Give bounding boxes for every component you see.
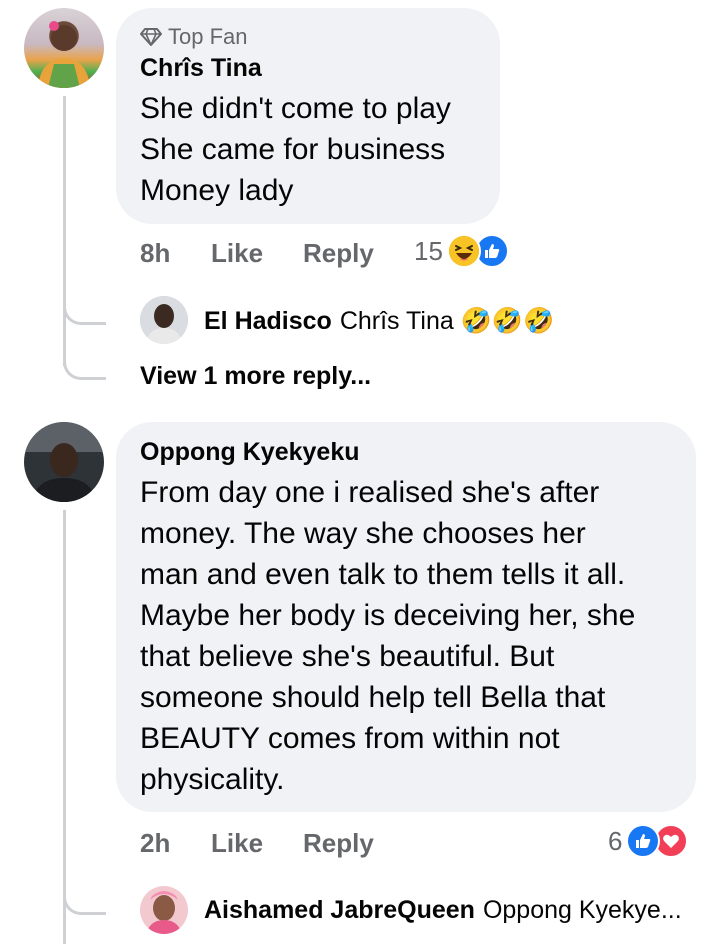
- comment-timestamp[interactable]: 2h: [140, 828, 170, 859]
- comment-line: She didn't come to play: [140, 92, 451, 125]
- like-button[interactable]: Like: [211, 238, 263, 269]
- comment-line: Money lady: [140, 174, 294, 207]
- comment-timestamp[interactable]: 8h: [140, 238, 170, 269]
- thread-line: [63, 96, 66, 366]
- reply-button[interactable]: Reply: [303, 238, 374, 269]
- reply-author[interactable]: Aishamed JabreQueen: [204, 896, 475, 925]
- badge-label: Top Fan: [168, 24, 248, 49]
- reply-preview[interactable]: El Hadisco Chrîs Tina 🤣🤣🤣: [204, 307, 554, 336]
- reply-text: Oppong Kyekye...: [482, 896, 682, 924]
- like-icon: [626, 824, 661, 858]
- reply-author[interactable]: El Hadisco: [204, 307, 332, 336]
- reaction-count: 6: [608, 825, 623, 856]
- reply-avatar[interactable]: [140, 886, 188, 934]
- comment-line: man and even talk to them tells it all.: [140, 558, 626, 591]
- diamond-icon: [140, 28, 162, 46]
- thread-branch: [63, 880, 106, 915]
- reply-button[interactable]: Reply: [303, 828, 374, 859]
- reply-avatar[interactable]: [140, 296, 188, 344]
- comment-line: From day one i realised she's after: [140, 476, 600, 509]
- avatar[interactable]: [24, 8, 104, 88]
- comment-author[interactable]: Chrîs Tina: [140, 54, 262, 83]
- thread-line: [63, 510, 66, 944]
- view-more-replies-link[interactable]: View 1 more reply...: [140, 362, 371, 391]
- reply-text: Chrîs Tina 🤣🤣🤣: [339, 307, 555, 335]
- reply-preview[interactable]: Aishamed JabreQueen Oppong Kyekye...: [204, 896, 682, 925]
- comment-line: physicality.: [140, 763, 285, 796]
- haha-icon: [446, 234, 481, 268]
- comment-line: someone should help tell Bella that: [140, 681, 606, 714]
- top-fan-badge: Top Fan: [140, 24, 248, 50]
- reactions-summary[interactable]: 15: [414, 234, 509, 268]
- comment-line: that believe she's beautiful. But: [140, 640, 555, 673]
- thread-branch: [63, 345, 106, 380]
- comment-text: From day one i realised she's after mone…: [140, 472, 685, 800]
- thread-branch: [63, 290, 106, 325]
- comment-line: money. The way she chooses her: [140, 517, 586, 550]
- reactions-summary[interactable]: 6: [608, 824, 689, 858]
- comment-line: She came for business: [140, 133, 446, 166]
- reaction-count: 15: [414, 235, 443, 266]
- comment-line: Maybe her body is deceiving her, she: [140, 599, 636, 632]
- like-button[interactable]: Like: [211, 828, 263, 859]
- avatar[interactable]: [24, 422, 104, 502]
- comment-line: BEAUTY comes from within not: [140, 722, 560, 755]
- comment-text: She didn't come to play She came for bus…: [140, 88, 490, 211]
- comment-author[interactable]: Oppong Kyekyeku: [140, 438, 360, 467]
